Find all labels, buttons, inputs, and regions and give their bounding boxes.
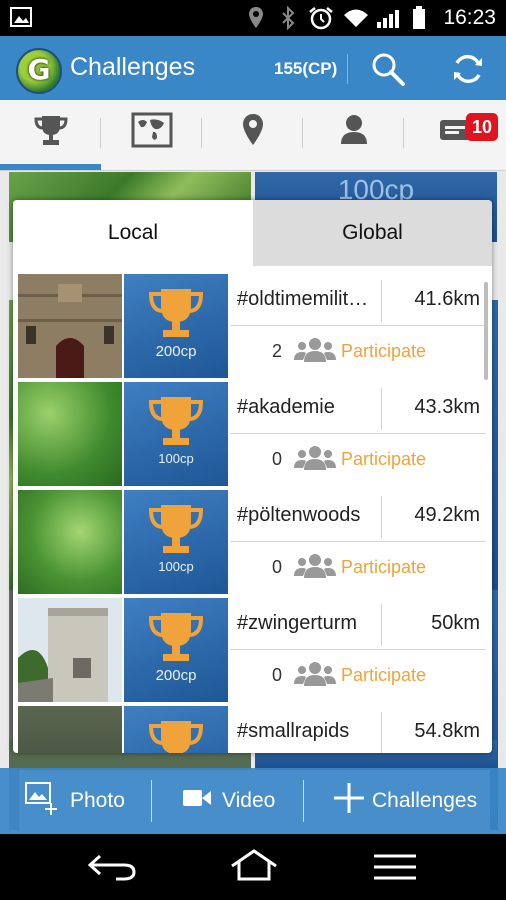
challenge-tag: #pöltenwoods: [237, 504, 361, 526]
challenge-thumbnail: [18, 598, 122, 702]
participant-count: 0: [272, 449, 283, 469]
tab-nearby[interactable]: [202, 100, 303, 164]
app-bar: G Challenges 155(CP): [0, 36, 506, 100]
points-badge: 100cp: [124, 490, 228, 594]
participant-count: 0: [272, 557, 283, 577]
location-icon: [248, 6, 264, 35]
status-bar: 16:23: [0, 0, 506, 36]
challenge-distance: 41.6km: [414, 288, 480, 310]
points-badge: 200cp: [124, 274, 228, 378]
challenge-tag: #smallrapids: [237, 720, 350, 742]
challenge-row[interactable]: 200cp #zwingerturm 50km 0 Participate: [18, 598, 486, 704]
challenge-thumbnail: [18, 274, 122, 378]
segment-global[interactable]: Global: [253, 200, 492, 266]
map-icon: [131, 112, 173, 153]
bluetooth-icon: [280, 5, 296, 35]
app-logo: G: [16, 48, 62, 94]
participate-button[interactable]: Participate: [341, 557, 426, 578]
challenge-tag: #akademie: [237, 396, 335, 418]
photo-button[interactable]: Photo: [24, 768, 125, 834]
divider: [347, 54, 348, 84]
tab-challenges[interactable]: [0, 100, 101, 170]
trophy-icon: [148, 721, 204, 753]
people-icon: [294, 444, 336, 477]
refresh-icon[interactable]: [450, 51, 486, 92]
challenge-distance: 50km: [431, 612, 480, 634]
alarm-icon: [308, 6, 334, 35]
gallery-icon: [10, 6, 32, 33]
challenge-list[interactable]: 200cp #oldtimemilitaer 41.6km 2 Particip…: [18, 274, 486, 753]
video-camera-icon: [182, 787, 212, 815]
challenge-tag: #zwingerturm: [237, 612, 358, 634]
challenge-row[interactable]: 100cp #akademie 43.3km 0 Participate: [18, 382, 486, 488]
bottom-action-bar: Photo Video Challenges: [0, 768, 506, 834]
plus-icon: [332, 781, 366, 821]
segment-local[interactable]: Local: [13, 200, 253, 266]
people-icon: [294, 552, 336, 585]
back-icon[interactable]: [86, 852, 138, 887]
challenge-tag: #oldtimemilitaer: [237, 288, 377, 310]
profile-icon: [338, 112, 370, 153]
page-title: Challenges: [70, 53, 196, 81]
challenge-row[interactable]: 200cp #oldtimemilitaer 41.6km 2 Particip…: [18, 274, 486, 380]
video-button[interactable]: Video: [182, 768, 275, 834]
system-nav-bar: [0, 834, 506, 900]
challenge-distance: 43.3km: [414, 396, 480, 418]
signal-icon: [376, 6, 404, 35]
notification-badge: 10: [466, 113, 498, 141]
menu-icon[interactable]: [372, 852, 418, 887]
trophy-icon: [148, 613, 204, 661]
participant-count: 0: [272, 665, 283, 685]
challenge-row[interactable]: 100cp #pöltenwoods 49.2km 0 Participate: [18, 490, 486, 596]
participate-button[interactable]: Participate: [341, 665, 426, 686]
challenge-distance: 49.2km: [414, 504, 480, 526]
scrollbar[interactable]: [484, 282, 488, 380]
location-pin-icon: [241, 112, 265, 153]
challenge-row[interactable]: #smallrapids 54.8km: [18, 706, 486, 753]
search-icon[interactable]: [370, 51, 406, 92]
people-icon: [294, 336, 336, 369]
challenge-thumbnail: [18, 706, 122, 753]
challenge-thumbnail: [18, 490, 122, 594]
clock: 16:23: [443, 6, 496, 29]
wifi-icon: [342, 6, 370, 35]
trophy-icon: [148, 505, 204, 553]
trophy-icon: [33, 112, 69, 153]
add-challenge-button[interactable]: Challenges: [332, 768, 477, 834]
points-counter: 155(CP): [274, 59, 338, 78]
points-badge: 100cp: [124, 382, 228, 486]
trophy-icon: [148, 289, 204, 337]
challenge-thumbnail: [18, 382, 122, 486]
tab-map[interactable]: [101, 100, 202, 164]
trophy-icon: [148, 397, 204, 445]
home-icon[interactable]: [228, 848, 280, 887]
participant-count: 2: [272, 341, 283, 361]
battery-icon: [412, 6, 426, 35]
participate-button[interactable]: Participate: [341, 449, 426, 470]
tab-profile[interactable]: [303, 100, 404, 164]
add-photo-icon: [24, 779, 62, 823]
challenges-dialog: Local Global 200cp #oldtimemilitaer 41.6…: [13, 200, 492, 753]
points-badge: 200cp: [124, 598, 228, 702]
challenge-distance: 54.8km: [414, 720, 480, 742]
points-badge: [124, 706, 228, 753]
people-icon: [294, 660, 336, 693]
participate-button[interactable]: Participate: [341, 341, 426, 362]
tab-bar: [0, 100, 506, 171]
